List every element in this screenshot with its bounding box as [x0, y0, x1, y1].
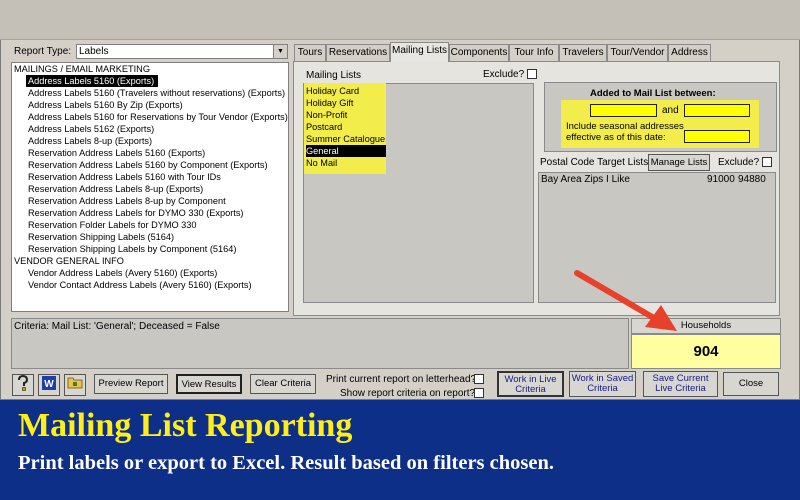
tab-label: Components: [450, 47, 508, 58]
postal-lists-label: Postal Code Target Lists: [540, 157, 649, 168]
live-line-2: Criteria: [515, 384, 546, 395]
clear-criteria-label: Clear Criteria: [255, 378, 311, 389]
work-in-live-criteria-button[interactable]: Work in Live Criteria: [497, 371, 564, 397]
tab-label: Reservations: [328, 47, 388, 58]
report-list-item[interactable]: Vendor Address Labels (Avery 5160) (Expo…: [26, 267, 221, 279]
postal-exclude-label: Exclude?: [718, 157, 760, 168]
help-icon[interactable]: [12, 374, 34, 396]
banner-title: Mailing List Reporting: [18, 407, 353, 444]
mailing-list-item[interactable]: Non-Profit: [306, 109, 347, 121]
report-list-item[interactable]: Reservation Shipping Labels (5164): [26, 231, 178, 243]
report-list-item[interactable]: Reservation Address Labels 5160 (Exports…: [26, 147, 209, 159]
added-title: Added to Mail List between:: [590, 88, 716, 99]
exclude-mailing-label: Exclude?: [483, 69, 525, 80]
tab-tour-vendor[interactable]: Tour/Vendor: [607, 44, 668, 61]
preview-report-button[interactable]: Preview Report: [94, 374, 168, 394]
red-arrow-icon: [574, 270, 677, 331]
report-list-item[interactable]: Address Labels 5160 for Reservations by …: [26, 111, 288, 123]
report-list-item[interactable]: Address Labels 5160 (Exports): [26, 75, 159, 87]
seasonal-label-1: Include seasonal addresses: [566, 121, 684, 132]
report-type-value: Labels: [79, 46, 109, 57]
seasonal-date-input[interactable]: [684, 130, 750, 143]
mailing-list-item[interactable]: Holiday Gift: [306, 97, 354, 109]
criteria-box: Criteria: Mail List: 'General'; Deceased…: [11, 318, 629, 369]
seasonal-label-2: effective as of this date:: [566, 132, 666, 143]
manage-lists-label: Manage Lists: [650, 157, 708, 168]
report-type-label: Report Type:: [14, 46, 72, 57]
report-list[interactable]: MAILINGS / EMAIL MARKETING Address Labels…: [11, 62, 289, 312]
tab-components[interactable]: Components: [449, 44, 509, 61]
svg-text:W: W: [44, 379, 54, 390]
tab-address[interactable]: Address: [668, 44, 711, 61]
report-group-header: MAILINGS / EMAIL MARKETING: [14, 64, 150, 74]
view-results-button[interactable]: View Results: [176, 374, 242, 394]
close-label: Close: [738, 378, 764, 389]
criteria-text: Criteria: Mail List: 'General'; Deceased…: [14, 321, 220, 332]
report-list-item[interactable]: Reservation Folder Labels for DYMO 330: [26, 219, 201, 231]
postal-row-to: 94880: [738, 174, 766, 185]
saved-line-2: Criteria: [587, 383, 618, 394]
report-list-item[interactable]: Reservation Address Labels 8-up (Exports…: [26, 183, 207, 195]
report-list-item[interactable]: Address Labels 8-up (Exports): [26, 135, 156, 147]
print-letterhead-checkbox[interactable]: [474, 374, 484, 384]
report-list-item[interactable]: Reservation Address Labels 5160 by Compo…: [26, 159, 272, 171]
preview-report-label: Preview Report: [98, 378, 164, 389]
tab-reservations[interactable]: Reservations: [326, 44, 390, 61]
tab-travelers[interactable]: Travelers: [559, 44, 607, 61]
report-list-item[interactable]: Reservation Shipping Labels by Component…: [26, 243, 240, 255]
banner-subtitle: Print labels or export to Excel. Result …: [18, 452, 554, 474]
tab-mailing-lists[interactable]: Mailing Lists: [390, 42, 449, 62]
tab-label: Tour/Vendor: [610, 47, 665, 58]
save-live-criteria-button[interactable]: Save Current Live Criteria: [643, 371, 718, 397]
clear-criteria-button[interactable]: Clear Criteria: [250, 374, 316, 394]
show-criteria-checkbox[interactable]: [474, 388, 484, 398]
show-criteria-label: Show report criteria on report?: [340, 388, 476, 399]
mailing-list-item[interactable]: General: [306, 145, 386, 157]
work-in-saved-criteria-button[interactable]: Work in Saved Criteria: [569, 371, 636, 397]
window-header-area: [0, 0, 800, 40]
postal-exclude-checkbox[interactable]: [762, 157, 772, 167]
mailing-lists-label: Mailing Lists: [306, 70, 362, 81]
folder-icon[interactable]: [64, 374, 86, 396]
added-from-date-input[interactable]: [590, 104, 657, 117]
report-type-select[interactable]: Labels ▼: [76, 44, 288, 59]
mailing-list-item[interactable]: Holiday Card: [306, 85, 359, 97]
close-button[interactable]: Close: [723, 372, 779, 396]
manage-lists-button[interactable]: Manage Lists: [648, 154, 710, 171]
tab-tour-info[interactable]: Tour Info: [509, 44, 559, 61]
postal-row-from: 91000: [707, 174, 735, 185]
report-list-item[interactable]: Reservation Address Labels 8-up by Compo…: [26, 195, 230, 207]
chevron-down-icon[interactable]: ▼: [273, 45, 287, 58]
tab-tours[interactable]: Tours: [294, 44, 326, 61]
mailing-list-item[interactable]: No Mail: [306, 157, 337, 169]
tab-label: Mailing Lists: [391, 45, 448, 56]
tab-label: Address: [671, 47, 708, 58]
tab-label: Travelers: [562, 47, 604, 58]
report-list-item[interactable]: Reservation Address Labels for DYMO 330 …: [26, 207, 248, 219]
save-line-2: Live Criteria: [655, 383, 706, 394]
view-results-label: View Results: [181, 379, 237, 390]
report-list-item[interactable]: Vendor Contact Address Labels (Avery 516…: [26, 279, 256, 291]
and-label: and: [662, 105, 679, 116]
tab-label: Tours: [297, 47, 323, 58]
tab-label: Tour Info: [514, 47, 554, 58]
report-list-item[interactable]: Address Labels 5162 (Exports): [26, 123, 158, 135]
report-list-item[interactable]: Reservation Address Labels 5160 with Tou…: [26, 171, 225, 183]
postal-row-name[interactable]: Bay Area Zips I Like: [541, 174, 630, 185]
report-list-item[interactable]: Address Labels 5160 (Travelers without r…: [26, 87, 288, 99]
exclude-mailing-checkbox[interactable]: [527, 69, 537, 79]
mailing-list-item[interactable]: Summer Catalogue: [306, 133, 385, 145]
report-group-header: VENDOR GENERAL INFO: [14, 256, 124, 266]
mailing-list-item[interactable]: Postcard: [306, 121, 342, 133]
print-letterhead-label: Print current report on letterhead?: [326, 374, 477, 385]
households-value: 904: [631, 334, 781, 369]
added-to-date-input[interactable]: [684, 104, 750, 117]
word-icon[interactable]: W: [38, 374, 60, 396]
report-list-item[interactable]: Address Labels 5160 By Zip (Exports): [26, 99, 187, 111]
